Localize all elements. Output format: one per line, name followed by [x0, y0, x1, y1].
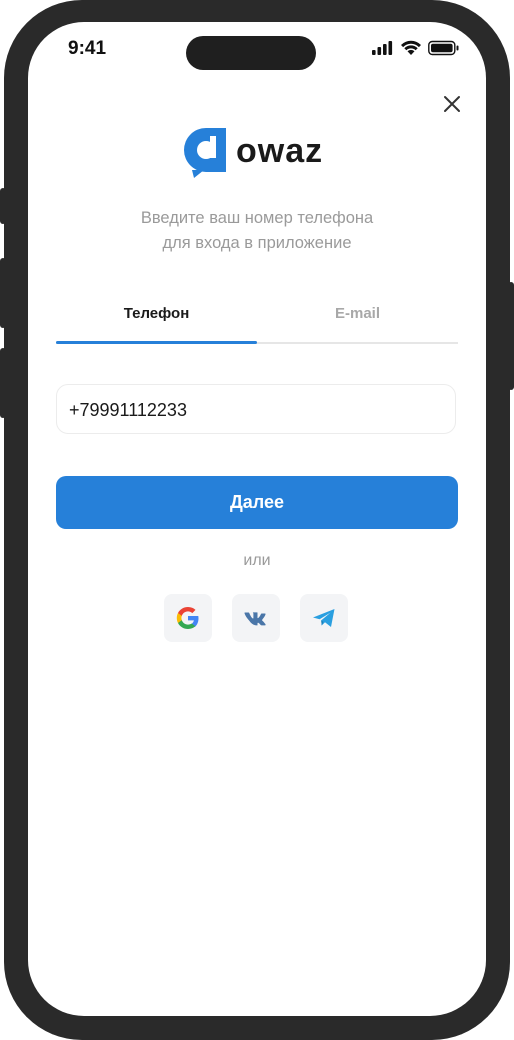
vk-icon	[244, 612, 266, 626]
google-icon	[176, 607, 199, 629]
side-button-left-1	[0, 188, 6, 224]
status-icons	[372, 40, 460, 56]
telegram-login-button[interactable]	[300, 594, 348, 642]
vk-login-button[interactable]	[232, 594, 280, 642]
dynamic-island	[186, 36, 316, 70]
tab-active-indicator	[56, 341, 257, 344]
tab-email[interactable]: E-mail	[257, 304, 458, 342]
logo-mark-icon	[184, 128, 226, 178]
subtitle-line-1: Введите ваш номер телефона	[140, 209, 374, 227]
side-button-left-3	[0, 348, 6, 418]
google-login-button[interactable]	[164, 594, 212, 642]
or-divider-text: или	[243, 552, 271, 569]
status-time: 9:41	[68, 38, 107, 59]
next-button[interactable]: Далее	[56, 476, 458, 529]
app-logo: owaz	[182, 126, 342, 182]
login-tabs: Телефон E-mail	[56, 304, 458, 344]
signal-icon	[372, 41, 393, 55]
screen: 9:41 owaz Введите ваш номер телефона для…	[28, 22, 486, 1016]
logo-text: owaz	[236, 132, 324, 170]
side-button-left-2	[0, 258, 6, 328]
phone-input[interactable]: +79991112233	[56, 384, 456, 434]
battery-icon	[428, 40, 459, 56]
telegram-icon	[313, 609, 335, 627]
subtitle-line-2: для входа в приложение	[162, 234, 352, 252]
side-button-right	[508, 282, 514, 390]
subtitle: Введите ваш номер телефона для входа в п…	[28, 206, 486, 256]
wifi-icon	[401, 40, 421, 55]
tab-phone[interactable]: Телефон	[56, 304, 257, 342]
close-icon[interactable]	[440, 92, 464, 116]
